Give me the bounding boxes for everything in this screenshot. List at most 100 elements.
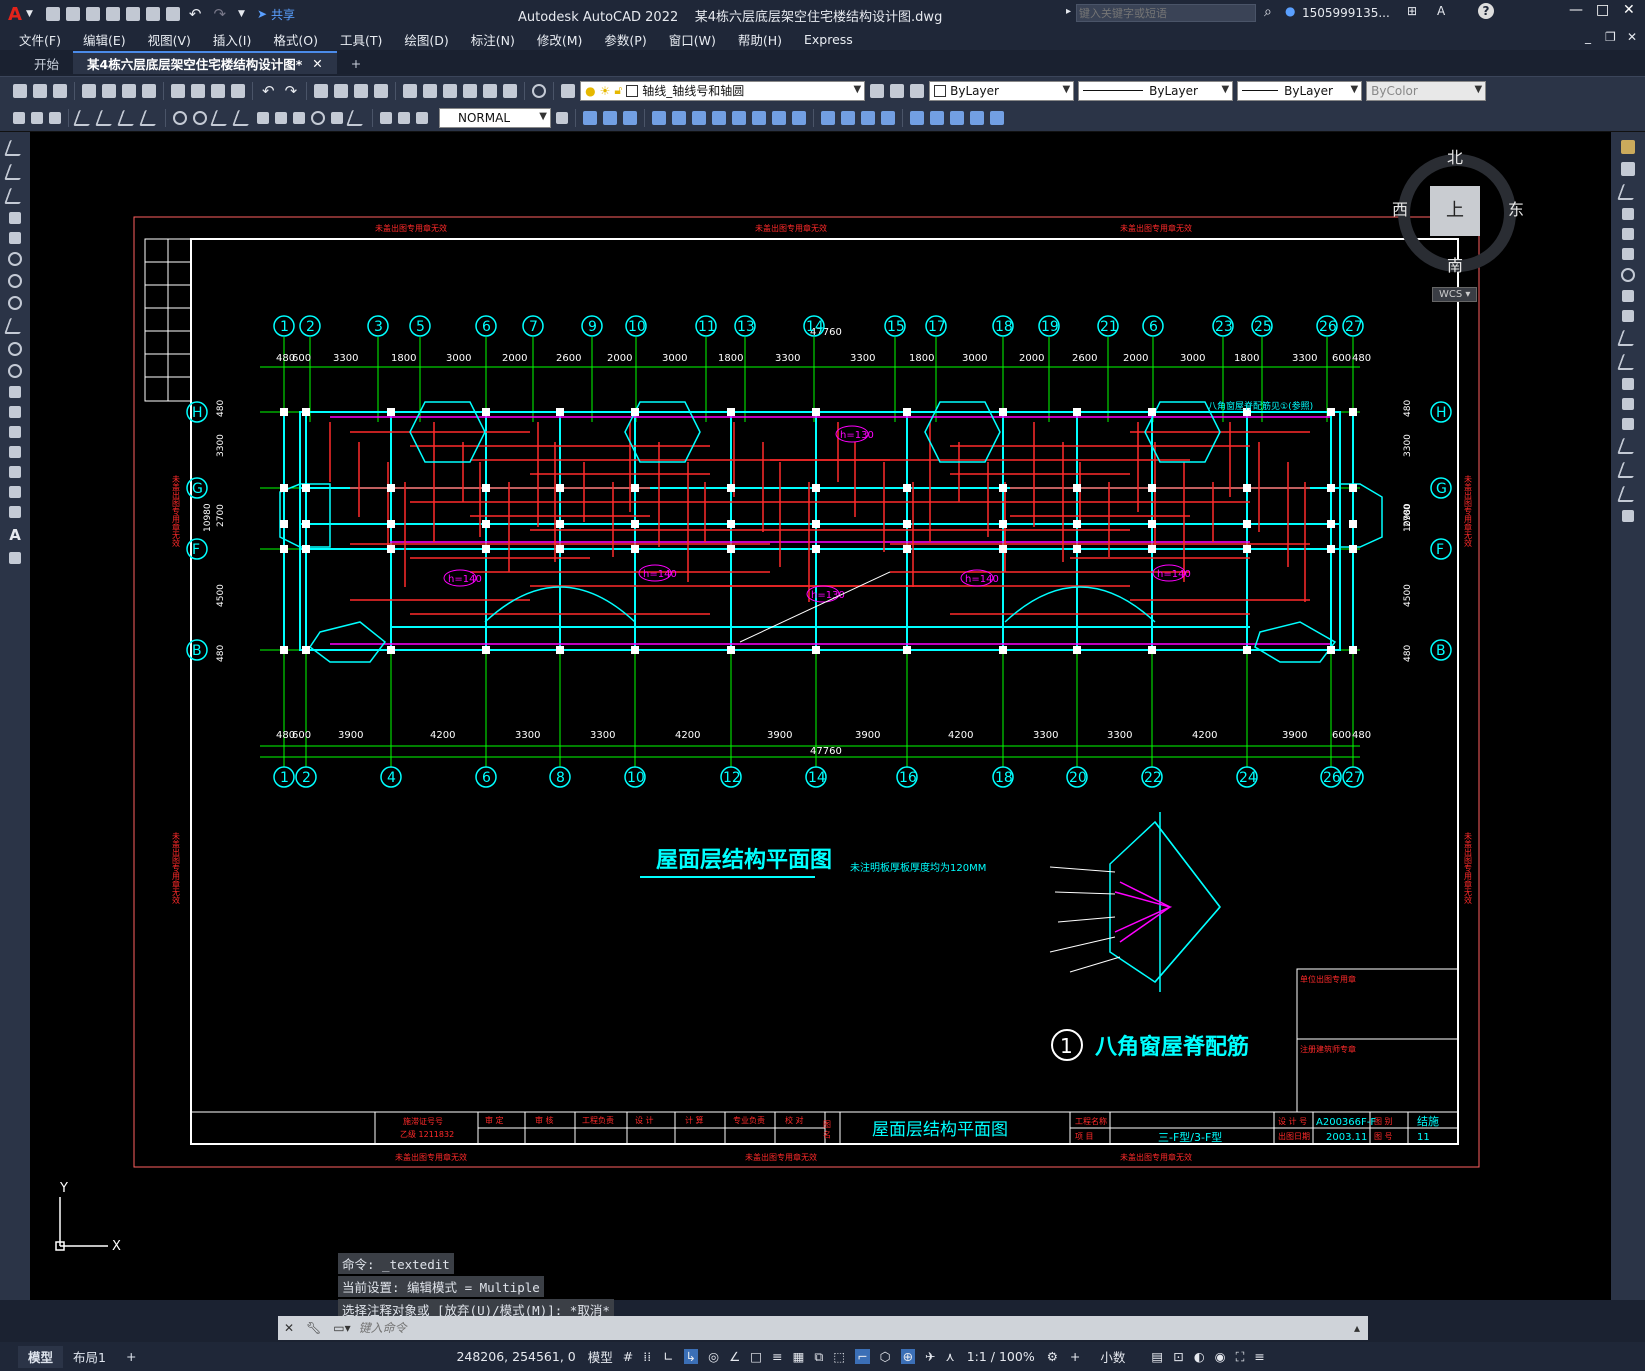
- dim-baseline-icon[interactable]: [210, 109, 232, 126]
- viewcube-south[interactable]: 南: [1447, 252, 1463, 276]
- rectangle-icon[interactable]: [9, 232, 21, 244]
- doc-minimize-button[interactable]: _: [1585, 30, 1591, 44]
- preview-icon[interactable]: [102, 83, 116, 98]
- blend-curves-icon[interactable]: [1617, 486, 1639, 502]
- tab-start[interactable]: 开始: [20, 52, 73, 74]
- qnew-icon[interactable]: [13, 83, 27, 98]
- scale-right-icon[interactable]: [1622, 290, 1634, 302]
- drawing-svg[interactable]: 未盖出图专用章无效 未盖出图专用章无效 未盖出图专用章无效 未盖出图专用章无效 …: [30, 132, 1611, 1300]
- mirror-icon[interactable]: [652, 110, 666, 125]
- cart-icon[interactable]: ⊞: [1407, 4, 1417, 18]
- annotation-visibility-icon[interactable]: ✈: [925, 1349, 935, 1364]
- publish-icon[interactable]: [145, 7, 160, 21]
- draworder-icon[interactable]: [930, 110, 944, 125]
- point-icon[interactable]: [9, 426, 21, 438]
- viewcube-north[interactable]: 北: [1447, 144, 1463, 168]
- mtext-icon[interactable]: A: [0, 526, 30, 544]
- menu-dimension[interactable]: 标注(N): [471, 30, 515, 49]
- layer-on-icon[interactable]: ●: [585, 84, 595, 98]
- join-icon[interactable]: [881, 110, 895, 125]
- dynamic-ucs-icon[interactable]: ⌐: [855, 1349, 870, 1364]
- user-icon[interactable]: ●: [1285, 4, 1295, 18]
- dim-edit-icon[interactable]: [380, 111, 392, 124]
- ellipse-arc-icon[interactable]: [8, 364, 22, 378]
- gradient-icon[interactable]: [9, 466, 21, 478]
- hardware-accel-icon[interactable]: ◉: [1215, 1349, 1226, 1364]
- coordinates-readout[interactable]: 248206, 254561, 0: [456, 1349, 575, 1364]
- make-current-layer-icon[interactable]: [870, 83, 885, 98]
- doc-restore-button[interactable]: ❐: [1605, 30, 1616, 44]
- rotate-icon[interactable]: [712, 110, 726, 125]
- command-close-icon[interactable]: ✕: [284, 1321, 294, 1335]
- break-point-icon[interactable]: [1622, 378, 1634, 390]
- zoom-realtime-icon[interactable]: [334, 83, 349, 98]
- open-icon[interactable]: [33, 83, 47, 98]
- pan-icon[interactable]: [314, 83, 329, 98]
- tab-model[interactable]: 模型: [18, 1345, 64, 1368]
- copy-icon[interactable]: [191, 83, 205, 98]
- add-layout-button[interactable]: +: [116, 1346, 146, 1368]
- insert-block-icon[interactable]: [9, 386, 21, 398]
- tab-close-icon[interactable]: ✕: [312, 56, 322, 71]
- move-right-icon[interactable]: [1622, 248, 1634, 260]
- circle-icon[interactable]: [8, 274, 22, 288]
- explode-right-icon[interactable]: [1622, 510, 1634, 522]
- fillet-right-icon[interactable]: [1617, 462, 1639, 478]
- quick-properties-icon[interactable]: ▤: [1151, 1349, 1163, 1364]
- tab-active-drawing[interactable]: 某4栋六层底层架空住宅楼结构设计图* ✕: [73, 51, 337, 74]
- join-right-icon[interactable]: [1622, 418, 1634, 430]
- spline-icon[interactable]: [4, 318, 26, 334]
- design-center-icon[interactable]: [423, 83, 438, 98]
- menu-format[interactable]: 格式(O): [273, 30, 318, 49]
- transparency-icon[interactable]: ▦: [793, 1349, 805, 1364]
- tool-palettes-icon[interactable]: [443, 83, 458, 98]
- layer-states-icon[interactable]: [910, 83, 925, 98]
- autodesk-app-icon[interactable]: A: [1437, 4, 1445, 18]
- dim-aligned-icon[interactable]: [31, 111, 43, 124]
- copy-obj-icon[interactable]: [603, 110, 617, 125]
- new-tab-button[interactable]: +: [337, 52, 375, 74]
- dim-arc-icon[interactable]: [49, 111, 61, 124]
- array-right-icon[interactable]: [1622, 228, 1634, 240]
- break-icon[interactable]: [792, 110, 806, 125]
- selection-cycling-icon[interactable]: ⧉: [814, 1349, 823, 1365]
- construction-line-icon[interactable]: [4, 164, 26, 180]
- match-prop-icon[interactable]: [231, 83, 245, 98]
- paste-icon[interactable]: [211, 83, 225, 98]
- array-icon[interactable]: [692, 110, 706, 125]
- annotation-scale[interactable]: 1:1 / 100%: [967, 1349, 1035, 1364]
- zoom-window-icon[interactable]: [354, 83, 369, 98]
- plot-icon[interactable]: [82, 83, 96, 98]
- minimize-button[interactable]: —: [1569, 2, 1583, 18]
- rotate-right-icon[interactable]: [1621, 268, 1635, 282]
- 3d-osnap-icon[interactable]: ⬚: [833, 1349, 845, 1364]
- menu-view[interactable]: 视图(V): [148, 30, 191, 49]
- save-icon[interactable]: [85, 7, 100, 21]
- table-icon[interactable]: [9, 506, 21, 518]
- undo-icon[interactable]: ↶: [189, 5, 202, 23]
- add-selected-icon[interactable]: [9, 552, 21, 564]
- dim-style-dropdown[interactable]: NORMAL ▼: [439, 107, 551, 128]
- selection-filter-icon[interactable]: ⬡: [880, 1349, 891, 1364]
- publish-tb-icon[interactable]: [122, 83, 136, 98]
- user-name[interactable]: 1505999135...: [1302, 6, 1390, 20]
- linetype-dropdown[interactable]: ByLayer ▼: [1078, 80, 1234, 101]
- lineweight-dropdown[interactable]: ByLayer ▼: [1237, 80, 1363, 101]
- new-file-icon[interactable]: [45, 7, 60, 21]
- export-icon[interactable]: [125, 7, 140, 21]
- doc-close-button[interactable]: ✕: [1627, 30, 1637, 44]
- search-expand-icon[interactable]: ▸: [1066, 6, 1071, 17]
- inspection-icon[interactable]: [331, 111, 343, 124]
- break-right-icon[interactable]: [1622, 398, 1634, 410]
- help-icon[interactable]: ?: [1478, 3, 1494, 19]
- command-line[interactable]: ✕ 🔧︎ ▭▾ ▴: [278, 1316, 1368, 1340]
- scale-icon[interactable]: [732, 110, 746, 125]
- gizmo-icon[interactable]: ⊕: [900, 1349, 916, 1364]
- save-as-icon[interactable]: [105, 7, 120, 21]
- revcloud-icon[interactable]: [8, 296, 22, 310]
- hatch-icon[interactable]: [9, 446, 21, 458]
- redo-tb-icon[interactable]: ↷: [285, 82, 298, 100]
- cut-icon[interactable]: [171, 83, 185, 98]
- trim-right-icon[interactable]: [1617, 330, 1639, 346]
- dim-angular-icon[interactable]: [173, 110, 187, 125]
